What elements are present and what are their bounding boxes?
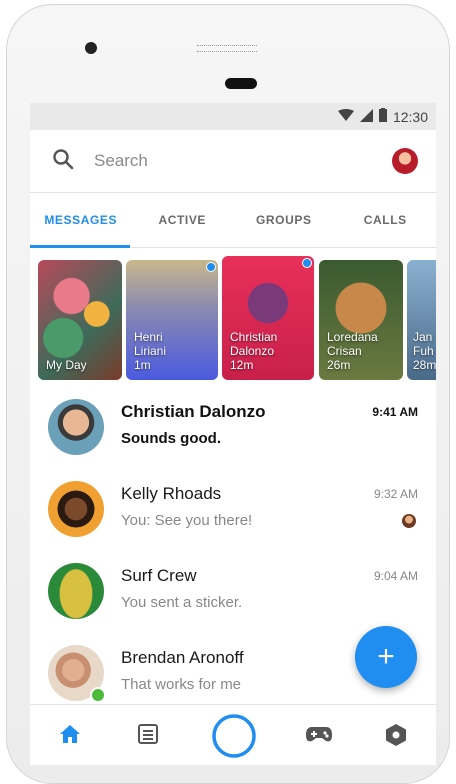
- new-message-button[interactable]: +: [355, 626, 417, 688]
- profile-avatar[interactable]: [392, 148, 418, 174]
- story-time: 12m: [230, 358, 254, 372]
- camera-icon[interactable]: [211, 713, 257, 759]
- conversation-name: Kelly Rhoads: [121, 484, 222, 503]
- read-receipt-avatar: [402, 514, 416, 528]
- story-jan[interactable]: Jan Fuh 28m: [407, 260, 436, 380]
- conversation-preview: You sent a sticker.: [121, 594, 243, 611]
- bottom-nav: [30, 704, 436, 765]
- earpiece: [225, 78, 257, 89]
- status-time: 12:30: [392, 108, 428, 125]
- search-bar[interactable]: [30, 130, 436, 193]
- story-label: Liriani: [134, 344, 167, 358]
- story-label: Jan: [413, 330, 433, 344]
- front-camera: [85, 42, 97, 54]
- conversation-name: Surf Crew: [121, 566, 197, 585]
- status-bar: 12:30: [30, 103, 436, 130]
- discover-icon[interactable]: [386, 724, 406, 746]
- unseen-story-dot: [206, 262, 216, 272]
- list-icon[interactable]: [138, 724, 158, 744]
- story-label: Christian: [230, 330, 278, 344]
- avatar: [48, 563, 104, 619]
- story-label: Loredana: [327, 330, 378, 344]
- story-christian[interactable]: Christian Dalonzo 12m: [222, 256, 314, 380]
- tab-groups[interactable]: GROUPS: [233, 193, 335, 247]
- signal-icon: [359, 108, 373, 125]
- story-label: My Day: [46, 358, 87, 372]
- wifi-icon: [337, 108, 354, 125]
- conversation-time: 9:41 AM: [372, 405, 418, 419]
- story-henri[interactable]: Henri Liriani 1m: [126, 260, 218, 380]
- conversation-preview: That works for me: [121, 676, 242, 693]
- tab-messages[interactable]: MESSAGES: [30, 193, 132, 247]
- conversation-time: 9:04 AM: [373, 569, 418, 583]
- conversation-row[interactable]: Surf Crew You sent a sticker. 9:04 AM: [30, 554, 436, 636]
- story-time: 28m: [413, 358, 436, 372]
- conversation-row[interactable]: Christian Dalonzo Sounds good. 9:41 AM: [30, 390, 436, 472]
- unseen-story-dot: [302, 258, 312, 268]
- battery-icon: [378, 108, 387, 125]
- home-icon[interactable]: [60, 725, 80, 743]
- conversation-row[interactable]: Kelly Rhoads You: See you there! 9:32 AM: [30, 472, 436, 554]
- tab-active[interactable]: ACTIVE: [132, 193, 234, 247]
- conversation-preview: You: See you there!: [121, 512, 253, 529]
- online-indicator: [90, 687, 106, 703]
- story-label: Henri: [134, 330, 163, 344]
- conversation-name: Christian Dalonzo: [121, 402, 266, 421]
- avatar: [48, 399, 104, 455]
- story-time: 1m: [134, 358, 151, 372]
- story-label: Crisan: [327, 344, 362, 358]
- tab-bar: MESSAGES ACTIVE GROUPS CALLS: [30, 193, 436, 248]
- story-label: Dalonzo: [230, 344, 275, 358]
- avatar: [48, 481, 104, 537]
- search-icon[interactable]: [52, 148, 74, 170]
- story-time: 26m: [327, 358, 351, 372]
- conversation-name: Brendan Aronoff: [121, 648, 244, 667]
- plus-icon: +: [377, 640, 395, 673]
- story-label: Fuh: [413, 344, 434, 358]
- games-icon[interactable]: [306, 727, 332, 743]
- stories-strip: My Day Henri Liriani 1m Christian Dalonz…: [30, 248, 436, 386]
- speaker-grille: [197, 45, 257, 52]
- tab-calls[interactable]: CALLS: [335, 193, 437, 247]
- search-input[interactable]: [92, 147, 356, 175]
- story-loredana[interactable]: Loredana Crisan 26m: [319, 260, 403, 380]
- conversation-preview: Sounds good.: [121, 430, 221, 447]
- story-my-day[interactable]: My Day: [38, 260, 122, 380]
- screen: 12:30 MESSAGES ACTIVE GROUPS CALLS My Da…: [30, 103, 436, 765]
- conversation-time: 9:32 AM: [373, 487, 418, 501]
